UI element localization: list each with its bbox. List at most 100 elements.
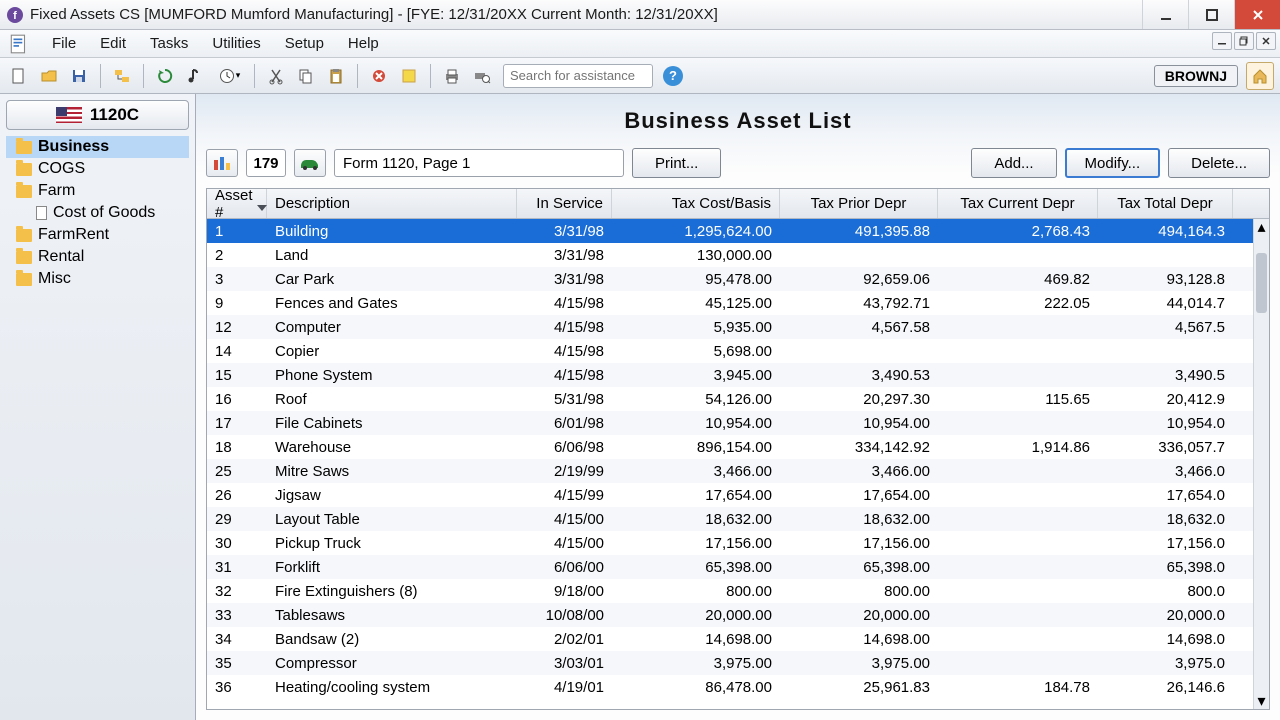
cell: 35	[207, 655, 267, 672]
table-row[interactable]: 2Land3/31/98130,000.00	[207, 243, 1253, 267]
clock-icon[interactable]: ▾	[212, 63, 246, 89]
col-tax-current-depr[interactable]: Tax Current Depr	[938, 189, 1098, 218]
col-in-service[interactable]: In Service	[517, 189, 612, 218]
delete-button[interactable]: Delete...	[1168, 148, 1270, 178]
table-row[interactable]: 1Building3/31/981,295,624.00491,395.882,…	[207, 219, 1253, 243]
table-row[interactable]: 36Heating/cooling system4/19/0186,478.00…	[207, 675, 1253, 699]
reassign-icon[interactable]	[206, 149, 238, 177]
cell: 4,567.58	[780, 319, 938, 336]
home-icon[interactable]	[1246, 62, 1274, 90]
table-row[interactable]: 17File Cabinets6/01/9810,954.0010,954.00…	[207, 411, 1253, 435]
col-tax-cost[interactable]: Tax Cost/Basis	[612, 189, 780, 218]
scroll-up-icon[interactable]: ▴	[1254, 219, 1269, 235]
folder-icon	[16, 251, 32, 264]
cell: Computer	[267, 319, 517, 336]
asset-count: 179	[246, 149, 286, 177]
table-row[interactable]: 18Warehouse6/06/98896,154.00334,142.921,…	[207, 435, 1253, 459]
cell: 9	[207, 295, 267, 312]
table-row[interactable]: 25Mitre Saws2/19/993,466.003,466.003,466…	[207, 459, 1253, 483]
paste-icon[interactable]	[323, 63, 349, 89]
table-row[interactable]: 32Fire Extinguishers (8)9/18/00800.00800…	[207, 579, 1253, 603]
mdi-close-button[interactable]	[1256, 32, 1276, 50]
window-minimize-button[interactable]	[1142, 0, 1188, 29]
activity-tree: BusinessCOGSFarm Cost of Goods FarmRentRen…	[6, 136, 189, 290]
sidebar-item-label: Cost of Goods	[53, 204, 155, 222]
print-preview-icon[interactable]	[469, 63, 495, 89]
vehicle-icon[interactable]	[294, 149, 326, 177]
cell: 3,975.0	[1098, 655, 1233, 672]
table-row[interactable]: 16Roof5/31/9854,126.0020,297.30115.6520,…	[207, 387, 1253, 411]
table-row[interactable]: 15Phone System4/15/983,945.003,490.533,4…	[207, 363, 1253, 387]
delete-icon[interactable]	[366, 63, 392, 89]
sidebar-item-business[interactable]: Business	[6, 136, 189, 158]
form-page-label[interactable]: Form 1120, Page 1	[334, 149, 624, 177]
table-row[interactable]: 34Bandsaw (2)2/02/0114,698.0014,698.0014…	[207, 627, 1253, 651]
table-row[interactable]: 30Pickup Truck4/15/0017,156.0017,156.001…	[207, 531, 1253, 555]
add-button[interactable]: Add...	[971, 148, 1056, 178]
cut-icon[interactable]	[263, 63, 289, 89]
cell: 3	[207, 271, 267, 288]
mdi-restore-button[interactable]	[1234, 32, 1254, 50]
modify-button[interactable]: Modify...	[1065, 148, 1161, 178]
table-row[interactable]: 3Car Park3/31/9895,478.0092,659.06469.82…	[207, 267, 1253, 291]
sidebar-item-cost-of-goods[interactable]: Cost of Goods	[6, 202, 189, 224]
table-row[interactable]: 12Computer4/15/985,935.004,567.584,567.5	[207, 315, 1253, 339]
mdi-minimize-button[interactable]	[1212, 32, 1232, 50]
print-button[interactable]: Print...	[632, 148, 721, 178]
scroll-down-icon[interactable]: ▾	[1254, 693, 1269, 709]
cell: 4/19/01	[517, 679, 612, 696]
menu-file[interactable]: File	[40, 31, 88, 56]
cell: Heating/cooling system	[267, 679, 517, 696]
sidebar-item-cogs[interactable]: COGS	[6, 158, 189, 180]
table-row[interactable]: 14Copier4/15/985,698.00	[207, 339, 1253, 363]
table-row[interactable]: 29Layout Table4/15/0018,632.0018,632.001…	[207, 507, 1253, 531]
cell: File Cabinets	[267, 415, 517, 432]
table-row[interactable]: 26Jigsaw4/15/9917,654.0017,654.0017,654.…	[207, 483, 1253, 507]
new-icon[interactable]	[6, 63, 32, 89]
cell: 65,398.00	[612, 559, 780, 576]
sidebar-item-rental[interactable]: Rental	[6, 246, 189, 268]
cell: 3/31/98	[517, 247, 612, 264]
copy-icon[interactable]	[293, 63, 319, 89]
folder-tree-icon[interactable]	[109, 63, 135, 89]
table-row[interactable]: 33Tablesaws10/08/0020,000.0020,000.0020,…	[207, 603, 1253, 627]
sidebar-item-misc[interactable]: Misc	[6, 268, 189, 290]
col-description[interactable]: Description	[267, 189, 517, 218]
save-icon[interactable]	[66, 63, 92, 89]
tax-form-selector[interactable]: 1120C	[6, 100, 189, 130]
refresh-icon[interactable]	[152, 63, 178, 89]
cell: 17,654.0	[1098, 487, 1233, 504]
col-tax-total-depr[interactable]: Tax Total Depr	[1098, 189, 1233, 218]
window-close-button[interactable]	[1234, 0, 1280, 29]
table-row[interactable]: 9Fences and Gates4/15/9845,125.0043,792.…	[207, 291, 1253, 315]
table-row[interactable]: 31Forklift6/06/0065,398.0065,398.0065,39…	[207, 555, 1253, 579]
table-row[interactable]: 35Compressor3/03/013,975.003,975.003,975…	[207, 651, 1253, 675]
asset-table: Asset # Description In Service Tax Cost/…	[206, 188, 1270, 710]
cell: 95,478.00	[612, 271, 780, 288]
window-maximize-button[interactable]	[1188, 0, 1234, 29]
cell: Building	[267, 223, 517, 240]
note-icon[interactable]	[396, 63, 422, 89]
menu-edit[interactable]: Edit	[88, 31, 138, 56]
document-icon	[36, 206, 47, 220]
sidebar-item-farm[interactable]: Farm	[6, 180, 189, 202]
open-icon[interactable]	[36, 63, 62, 89]
cell: Compressor	[267, 655, 517, 672]
help-icon[interactable]: ?	[663, 66, 683, 86]
cell: 16	[207, 391, 267, 408]
scroll-thumb[interactable]	[1256, 253, 1267, 313]
music-note-icon[interactable]	[182, 63, 208, 89]
vertical-scrollbar[interactable]: ▴ ▾	[1253, 219, 1269, 709]
search-input[interactable]	[503, 64, 653, 88]
menu-help[interactable]: Help	[336, 31, 391, 56]
cell: 65,398.00	[780, 559, 938, 576]
col-asset-number[interactable]: Asset #	[207, 189, 267, 218]
cell: Jigsaw	[267, 487, 517, 504]
search-field[interactable]	[510, 68, 646, 83]
print-icon[interactable]	[439, 63, 465, 89]
sidebar-item-farmrent[interactable]: FarmRent	[6, 224, 189, 246]
menu-setup[interactable]: Setup	[273, 31, 336, 56]
menu-tasks[interactable]: Tasks	[138, 31, 200, 56]
menu-utilities[interactable]: Utilities	[200, 31, 272, 56]
col-tax-prior-depr[interactable]: Tax Prior Depr	[780, 189, 938, 218]
